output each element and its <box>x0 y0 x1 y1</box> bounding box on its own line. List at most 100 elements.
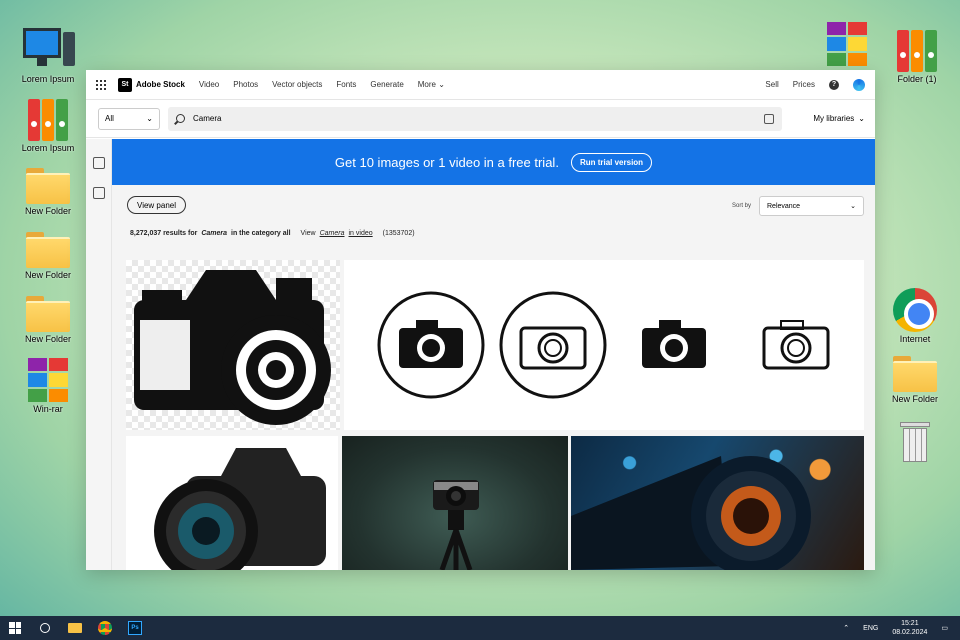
search-icon <box>176 114 185 123</box>
winrar-icon <box>28 358 68 402</box>
visual-search-icon[interactable] <box>764 113 774 124</box>
chevron-down-icon: ⌄ <box>850 203 856 210</box>
desktop-icon-label: Folder (1) <box>897 74 937 84</box>
desktop-icon-computer[interactable]: Lorem Ipsum <box>13 28 83 84</box>
desktop-icon-folder[interactable]: New Folder <box>13 168 83 216</box>
clock[interactable]: 15:21 08.02.2024 <box>892 619 927 637</box>
folder-icon <box>26 296 70 332</box>
result-tile[interactable] <box>571 436 864 570</box>
nav-sell[interactable]: Sell <box>765 80 778 89</box>
desktop-icon-binders[interactable]: Lorem Ipsum <box>13 97 83 153</box>
nav-photos[interactable]: Photos <box>233 80 258 89</box>
retro-camera-image <box>134 270 331 425</box>
windows-icon <box>9 622 21 634</box>
visual-search-icon[interactable] <box>92 187 105 199</box>
folder-icon <box>26 232 70 268</box>
clock-date: 08.02.2024 <box>892 629 928 636</box>
binders-icon <box>895 28 939 72</box>
search-input[interactable]: Camera <box>168 106 782 131</box>
language-indicator[interactable]: ENG <box>863 625 878 632</box>
trial-banner: Get 10 images or 1 video in a free trial… <box>112 139 875 185</box>
results-category: in the category all <box>231 230 291 237</box>
help-icon[interactable]: ? <box>829 79 839 90</box>
start-button[interactable] <box>0 616 30 640</box>
desktop-icon-folder-1[interactable]: Folder (1) <box>882 28 952 84</box>
avatar[interactable] <box>853 78 865 91</box>
nav-more-label: More <box>417 80 436 89</box>
folder-icon <box>26 168 70 204</box>
filters-icon[interactable] <box>92 157 105 169</box>
desktop-icon-winrar[interactable] <box>812 22 882 66</box>
desktop-icon-winrar[interactable]: Win-rar <box>13 358 83 414</box>
apps-grid-icon[interactable] <box>96 79 106 90</box>
folder-icon <box>68 623 82 633</box>
desktop-icon-label: New Folder <box>24 206 71 216</box>
desktop-icon-label: New Folder <box>24 334 71 344</box>
view-query-link[interactable]: Camera <box>320 230 345 237</box>
chevron-down-icon: ⌄ <box>146 114 153 123</box>
desktop-icon-recycle-bin[interactable] <box>880 420 950 464</box>
taskbar-explorer[interactable] <box>60 616 90 640</box>
view-panel-button[interactable]: View panel <box>127 196 186 214</box>
results-area: View panel Sort by Relevance ⌄ 8,272,037… <box>112 185 875 570</box>
nav-vector-objects[interactable]: Vector objects <box>272 80 322 89</box>
top-navigation: St Adobe Stock Video Photos Vector objec… <box>86 70 875 100</box>
run-trial-button[interactable]: Run trial version <box>570 152 653 172</box>
search-query: Camera <box>193 114 222 123</box>
folder-icon <box>893 356 937 392</box>
desktop-icon-label: Lorem Ipsum <box>21 74 75 84</box>
desktop-icon-label: Internet <box>899 334 931 344</box>
adobe-stock-logo[interactable]: St <box>118 77 132 92</box>
chevron-up-icon[interactable]: ⌃ <box>843 624 849 632</box>
winrar-icon <box>827 22 867 66</box>
desktop-icon-label: New Folder <box>891 394 938 404</box>
results-count: 8,272,037 results for <box>130 230 198 237</box>
category-select[interactable]: All ⌄ <box>98 107 160 130</box>
results-query: Camera <box>201 230 228 237</box>
chrome-icon <box>98 621 112 635</box>
sort-by-label: Sort by <box>732 203 752 209</box>
my-libraries-button[interactable]: My libraries ⌄ <box>813 114 865 123</box>
browser-window: St Adobe Stock Video Photos Vector objec… <box>86 70 875 570</box>
computer-icon <box>23 28 75 72</box>
desktop-icon-folder[interactable]: New Folder <box>13 232 83 280</box>
system-tray: ⌃ ENG 15:21 08.02.2024 ▭ <box>843 619 960 637</box>
photoshop-icon: Ps <box>128 621 142 635</box>
lens-bokeh-image <box>571 456 811 570</box>
left-toolbar <box>86 139 112 570</box>
my-libraries-label: My libraries <box>813 114 855 123</box>
recycle-bin-icon <box>898 420 932 464</box>
nav-more[interactable]: More ⌄ <box>418 80 445 89</box>
result-tile[interactable] <box>126 260 340 430</box>
taskbar-search-button[interactable] <box>30 616 60 640</box>
category-select-value: All <box>105 114 114 123</box>
dslr-camera-image <box>154 448 326 570</box>
view-text: View <box>300 230 316 237</box>
desktop-icon-folder[interactable]: New Folder <box>880 356 950 404</box>
desktop-icon-folder[interactable]: New Folder <box>13 296 83 344</box>
result-tile[interactable] <box>126 436 338 570</box>
result-tile[interactable] <box>344 260 864 430</box>
search-row: All ⌄ Camera My libraries ⌄ <box>86 100 875 138</box>
clock-time: 15:21 <box>901 620 919 627</box>
nav-video[interactable]: Video <box>199 80 219 89</box>
sort-select[interactable]: Relevance ⌄ <box>759 196 864 216</box>
brand-name[interactable]: Adobe Stock <box>136 80 185 89</box>
nav-fonts[interactable]: Fonts <box>336 80 356 89</box>
desktop-icon-internet[interactable]: Internet <box>880 288 950 344</box>
tripod-camera-image <box>433 480 479 570</box>
trial-banner-text: Get 10 images or 1 video in a free trial… <box>334 154 559 170</box>
search-icon <box>40 623 50 633</box>
results-summary: 8,272,037 results for Camera in the cate… <box>130 230 415 237</box>
binders-icon <box>26 97 70 141</box>
desktop-icon-label: New Folder <box>24 270 71 280</box>
notifications-icon[interactable]: ▭ <box>941 624 948 632</box>
video-count: (1353702) <box>382 230 415 237</box>
result-tile[interactable] <box>342 436 568 570</box>
nav-generate[interactable]: Generate <box>370 80 403 89</box>
in-video-link[interactable]: in video <box>349 230 373 237</box>
nav-prices[interactable]: Prices <box>793 80 815 89</box>
camera-icons-image <box>377 291 830 399</box>
taskbar-chrome[interactable] <box>90 616 120 640</box>
taskbar-photoshop[interactable]: Ps <box>120 616 150 640</box>
